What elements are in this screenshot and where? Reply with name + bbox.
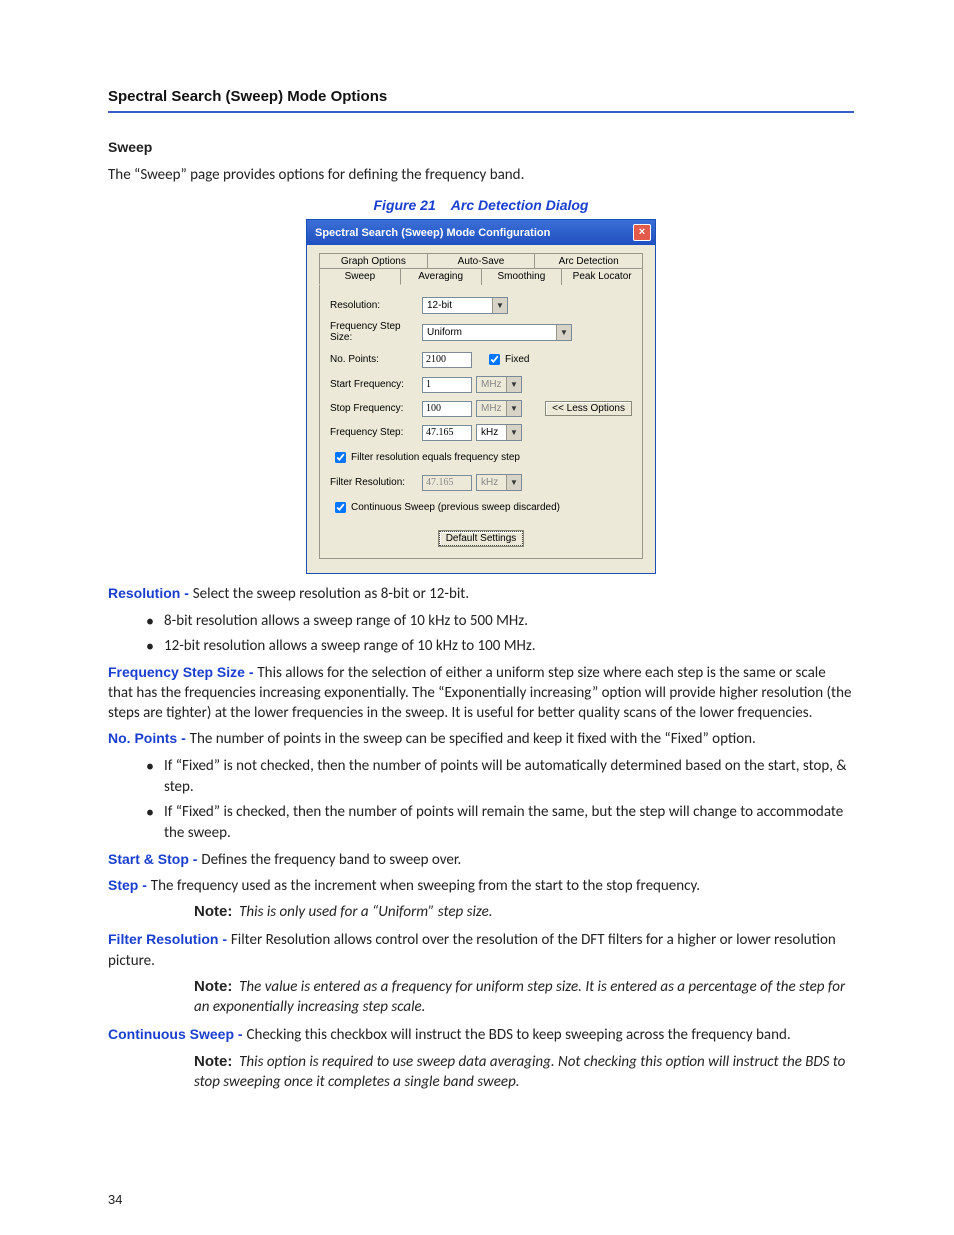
freq-step-size-select[interactable]: Uniform ▼ xyxy=(422,324,572,341)
step-text: The frequency used as the increment when… xyxy=(151,877,700,895)
start-freq-unit: MHz xyxy=(481,379,502,390)
freq-step-input[interactable] xyxy=(422,425,472,441)
tab-graph-options[interactable]: Graph Options xyxy=(319,253,428,269)
config-dialog: Spectral Search (Sweep) Mode Configurati… xyxy=(306,219,656,574)
start-freq-input[interactable] xyxy=(422,377,472,393)
fixed-checkbox[interactable] xyxy=(489,354,500,365)
filter-res-unit-select: kHz ▼ xyxy=(476,474,522,491)
continuous-sweep-note-text: This option is required to use sweep dat… xyxy=(194,1053,845,1091)
step-note: Note: This is only used for a “Uniform” … xyxy=(194,902,854,922)
filter-res-input xyxy=(422,475,472,491)
filter-resolution-note-text: The value is entered as a frequency for … xyxy=(194,978,845,1016)
no-points-term: No. Points - xyxy=(108,730,190,746)
freq-step-size-definition: Frequency Step Size - This allows for th… xyxy=(108,663,854,724)
list-item: If “Fixed” is not checked, then the numb… xyxy=(146,756,854,798)
filter-resolution-term: Filter Resolution - xyxy=(108,931,231,947)
no-points-bullets: If “Fixed” is not checked, then the numb… xyxy=(146,756,854,844)
tab-smoothing[interactable]: Smoothing xyxy=(482,268,563,285)
dialog-titlebar: Spectral Search (Sweep) Mode Configurati… xyxy=(307,220,655,245)
resolution-definition: Resolution - Select the sweep resolution… xyxy=(108,584,854,604)
freq-step-size-value: Uniform xyxy=(427,327,462,338)
start-stop-definition: Start & Stop - Defines the frequency ban… xyxy=(108,850,854,870)
default-settings-button[interactable]: Default Settings xyxy=(439,531,524,546)
freq-step-size-label: Frequency Step Size: xyxy=(330,321,422,343)
resolution-text: Select the sweep resolution as 8-bit or … xyxy=(193,585,469,603)
list-item: If “Fixed” is checked, then the number o… xyxy=(146,802,854,844)
resolution-term: Resolution - xyxy=(108,585,193,601)
filter-res-unit: kHz xyxy=(481,477,498,488)
step-note-text: This is only used for a “Uniform” step s… xyxy=(239,903,492,921)
no-points-text: The number of points in the sweep can be… xyxy=(190,730,756,748)
step-term: Step - xyxy=(108,877,151,893)
start-stop-text: Defines the frequency band to sweep over… xyxy=(201,851,461,869)
continuous-sweep-definition: Continuous Sweep - Checking this checkbo… xyxy=(108,1025,854,1045)
note-label: Note: xyxy=(194,903,232,920)
no-points-input[interactable] xyxy=(422,352,472,368)
less-options-button[interactable]: << Less Options xyxy=(545,401,632,416)
figure-label: Figure 21 xyxy=(374,197,436,213)
chevron-down-icon: ▼ xyxy=(556,325,571,340)
note-label: Note: xyxy=(194,1053,232,1070)
fixed-label: Fixed xyxy=(505,354,529,365)
tab-peak-locator[interactable]: Peak Locator xyxy=(562,268,643,285)
continuous-sweep-text: Checking this checkbox will instruct the… xyxy=(246,1026,790,1044)
start-freq-unit-select: MHz ▼ xyxy=(476,376,522,393)
sweep-heading: Sweep xyxy=(108,139,854,155)
sweep-intro: The “Sweep” page provides options for de… xyxy=(108,165,854,185)
continuous-sweep-checkbox[interactable] xyxy=(335,502,346,513)
list-item: 12-bit resolution allows a sweep range o… xyxy=(146,636,854,657)
freq-step-label: Frequency Step: xyxy=(330,427,422,438)
freq-step-unit: kHz xyxy=(481,427,498,438)
start-freq-label: Start Frequency: xyxy=(330,379,422,390)
tab-sweep[interactable]: Sweep xyxy=(319,268,401,285)
freq-step-unit-select[interactable]: kHz ▼ xyxy=(476,424,522,441)
page-number: 34 xyxy=(108,1192,122,1207)
chevron-down-icon: ▼ xyxy=(506,401,521,416)
filter-eq-checkbox[interactable] xyxy=(335,452,346,463)
note-label: Note: xyxy=(194,978,232,995)
dialog-title: Spectral Search (Sweep) Mode Configurati… xyxy=(315,227,550,239)
freq-step-size-term: Frequency Step Size - xyxy=(108,664,257,680)
stop-freq-input[interactable] xyxy=(422,401,472,417)
filter-resolution-note: Note: The value is entered as a frequenc… xyxy=(194,977,854,1018)
chevron-down-icon: ▼ xyxy=(492,298,507,313)
stop-freq-label: Stop Frequency: xyxy=(330,403,422,414)
filter-resolution-definition: Filter Resolution - Filter Resolution al… xyxy=(108,930,854,971)
step-definition: Step - The frequency used as the increme… xyxy=(108,876,854,896)
chevron-down-icon: ▼ xyxy=(506,377,521,392)
figure-title: Arc Detection Dialog xyxy=(451,197,589,213)
resolution-select[interactable]: 12-bit ▼ xyxy=(422,297,508,314)
tab-auto-save[interactable]: Auto-Save xyxy=(428,253,536,269)
filter-res-label: Filter Resolution: xyxy=(330,477,422,488)
continuous-sweep-note: Note: This option is required to use swe… xyxy=(194,1052,854,1093)
resolution-bullets: 8-bit resolution allows a sweep range of… xyxy=(146,611,854,657)
figure-caption: Figure 21 Arc Detection Dialog xyxy=(108,197,854,213)
resolution-label: Resolution: xyxy=(330,300,422,311)
close-icon[interactable]: × xyxy=(633,224,651,241)
section-title: Spectral Search (Sweep) Mode Options xyxy=(108,88,854,113)
start-stop-term: Start & Stop - xyxy=(108,851,201,867)
tab-averaging[interactable]: Averaging xyxy=(401,268,482,285)
sweep-tab-panel: Resolution: 12-bit ▼ Frequency Step Size… xyxy=(319,284,643,559)
no-points-label: No. Points: xyxy=(330,354,422,365)
chevron-down-icon: ▼ xyxy=(506,425,521,440)
filter-eq-label: Filter resolution equals frequency step xyxy=(351,452,520,463)
stop-freq-unit: MHz xyxy=(481,403,502,414)
resolution-value: 12-bit xyxy=(427,300,452,311)
chevron-down-icon: ▼ xyxy=(506,475,521,490)
list-item: 8-bit resolution allows a sweep range of… xyxy=(146,611,854,632)
tab-arc-detection[interactable]: Arc Detection xyxy=(535,253,643,269)
stop-freq-unit-select: MHz ▼ xyxy=(476,400,522,417)
continuous-sweep-label: Continuous Sweep (previous sweep discard… xyxy=(351,502,560,513)
no-points-definition: No. Points - The number of points in the… xyxy=(108,729,854,749)
continuous-sweep-term: Continuous Sweep - xyxy=(108,1026,246,1042)
